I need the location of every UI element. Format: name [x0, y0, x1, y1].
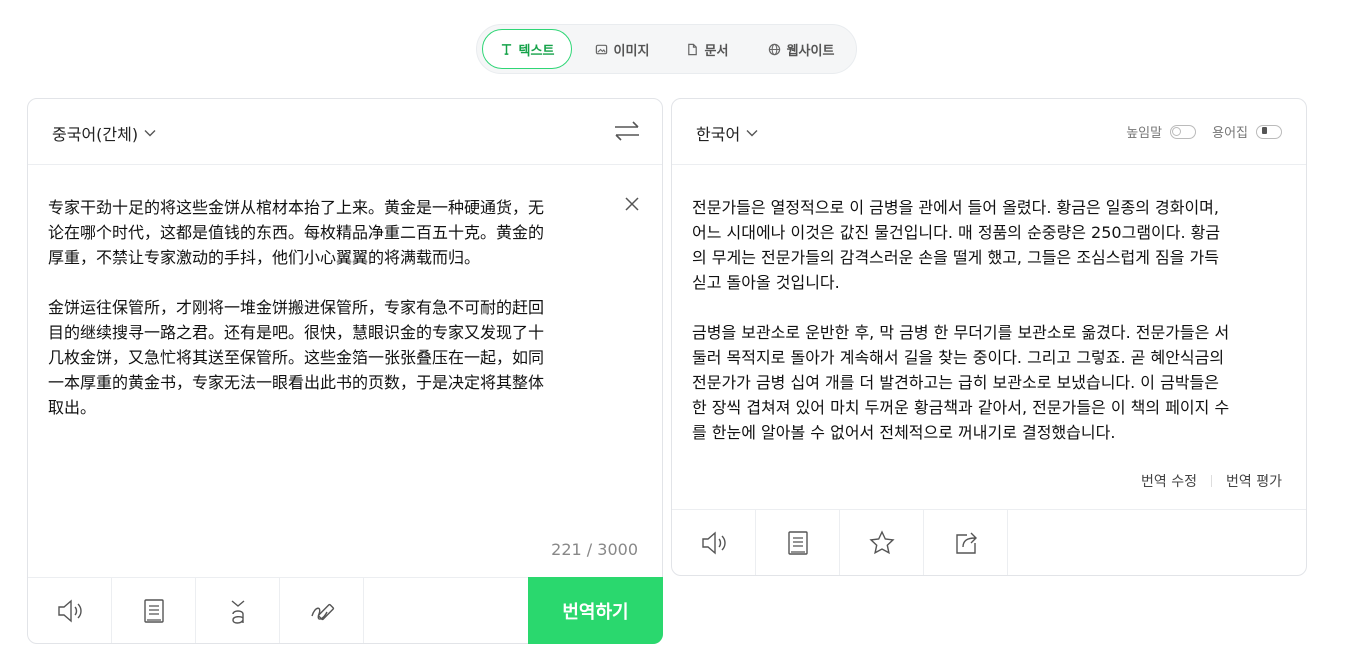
target-language-label: 한국어	[696, 125, 741, 144]
tab-document[interactable]: 문서	[672, 29, 742, 69]
target-toolbar	[672, 509, 1306, 575]
text-icon	[501, 43, 511, 55]
result-links: 번역 수정 번역 평가	[1141, 471, 1282, 491]
dictionary-button[interactable]	[112, 578, 196, 643]
tab-website[interactable]: 웹사이트	[755, 29, 847, 69]
target-options: 높임말 용어집	[1126, 122, 1282, 141]
source-toolbar: 번역하기	[28, 577, 663, 644]
tab-image[interactable]: 이미지	[582, 29, 662, 69]
copy-icon	[787, 530, 808, 555]
tab-text[interactable]: 텍스트	[482, 29, 572, 69]
target-header: 한국어 높임말 용어집	[672, 99, 1306, 165]
target-text: 전문가들은 열정적으로 이 금병을 관에서 들어 올렸다. 황금은 일종의 경화…	[692, 198, 1230, 442]
honorific-toggle[interactable]	[1170, 124, 1197, 139]
divider	[1211, 475, 1213, 487]
rate-translation-link[interactable]: 번역 평가	[1226, 471, 1282, 491]
tab-document-label: 문서	[704, 43, 729, 59]
speaker-icon	[701, 530, 726, 555]
target-panel: 한국어 높임말 용어집 전문가들은 열정적으로 이 금병을 관에서 들어 올렸다…	[671, 98, 1307, 576]
source-panel: 중국어(간체) 专家干劲十足的将这些金饼从棺材本抬了上来。黄金是一种硬通货，无 …	[27, 98, 663, 644]
source-language-select[interactable]: 중국어(간체)	[52, 121, 156, 145]
translate-button[interactable]: 번역하기	[528, 577, 663, 644]
source-language-label: 중국어(간체)	[52, 125, 139, 144]
source-header: 중국어(간체)	[28, 99, 662, 165]
target-language-select[interactable]: 한국어	[696, 121, 758, 145]
speaker-icon	[57, 598, 82, 623]
share-button[interactable]	[924, 510, 1008, 575]
share-icon	[955, 532, 977, 554]
favorite-button[interactable]	[840, 510, 924, 575]
pinyin-button[interactable]	[196, 578, 280, 643]
tab-website-label: 웹사이트	[786, 43, 835, 59]
image-icon	[595, 44, 607, 54]
mode-tabs: 텍스트 이미지 문서 웹사이트	[476, 24, 857, 74]
glossary-toggle[interactable]	[1256, 124, 1282, 139]
globe-icon	[768, 43, 780, 55]
swap-languages-icon[interactable]	[612, 119, 642, 143]
edit-translation-link[interactable]: 번역 수정	[1141, 471, 1197, 491]
copy-button[interactable]	[756, 510, 840, 575]
pinyin-icon	[231, 599, 244, 624]
document-icon	[687, 43, 697, 55]
glossary-label: 용어집	[1212, 126, 1248, 141]
tab-image-label: 이미지	[613, 43, 650, 59]
close-icon[interactable]	[624, 196, 640, 212]
listen-button[interactable]	[28, 578, 112, 643]
source-text[interactable]: 专家干劲十足的将这些金饼从棺材本抬了上来。黄金是一种硬通货，无 论在哪个时代，这…	[48, 195, 618, 420]
star-icon	[868, 529, 895, 554]
tab-text-label: 텍스트	[518, 43, 555, 59]
handwriting-button[interactable]	[280, 578, 364, 643]
handwriting-icon	[310, 603, 334, 620]
char-count: 221 / 3000	[551, 540, 638, 559]
listen-button[interactable]	[672, 510, 756, 575]
chevron-down-icon	[746, 130, 758, 137]
honorific-label: 높임말	[1126, 126, 1163, 141]
dictionary-icon	[143, 598, 164, 623]
chevron-down-icon	[144, 130, 156, 137]
